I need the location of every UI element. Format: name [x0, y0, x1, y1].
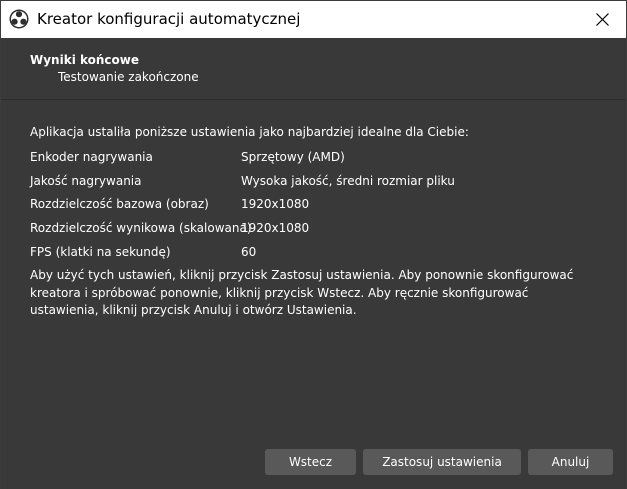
- setting-row-quality: Jakość nagrywania Wysoka jakość, średni …: [30, 174, 590, 192]
- apply-settings-button[interactable]: Zastosuj ustawienia: [363, 449, 521, 475]
- setting-row-encoder: Enkoder nagrywania Sprzętowy (AMD): [30, 150, 590, 168]
- setting-value: Sprzętowy (AMD): [241, 150, 345, 164]
- setting-value: 1920x1080: [241, 221, 310, 235]
- setting-label: FPS (klatki na sekundę): [30, 245, 171, 259]
- setting-label: Enkoder nagrywania: [30, 150, 153, 164]
- setting-value: 1920x1080: [241, 197, 310, 211]
- cancel-button[interactable]: Anuluj: [528, 449, 613, 475]
- back-button[interactable]: Wstecz: [265, 449, 356, 475]
- page-subtitle: Testowanie zakończone: [58, 70, 199, 84]
- setting-row-output-resolution: Rozdzielczość wynikowa (skalowana) 1920x…: [30, 221, 590, 239]
- setting-label: Rozdzielczość bazowa (obraz): [30, 197, 209, 211]
- setting-row-fps: FPS (klatki na sekundę) 60: [30, 245, 590, 263]
- setting-label: Rozdzielczość wynikowa (skalowana): [30, 221, 252, 235]
- setting-value: 60: [241, 245, 257, 259]
- window-title: Kreator konfiguracji automatycznej: [37, 10, 301, 28]
- header-divider: [1, 99, 626, 100]
- instructions-text: Aby użyć tych ustawień, kliknij przycisk…: [30, 268, 574, 317]
- page-title: Wyniki końcowe: [30, 53, 140, 67]
- setting-row-base-resolution: Rozdzielczość bazowa (obraz) 1920x1080: [30, 197, 590, 215]
- obs-icon: [9, 9, 29, 29]
- setting-value: Wysoka jakość, średni rozmiar pliku: [241, 174, 455, 188]
- wizard-page: Wyniki końcowe Testowanie zakończone Apl…: [1, 39, 626, 489]
- intro-text: Aplikacja ustaliła poniższe ustawienia j…: [30, 125, 469, 139]
- wizard-window: Kreator konfiguracji automatycznej Wynik…: [0, 0, 627, 489]
- title-bar[interactable]: Kreator konfiguracji automatycznej: [1, 1, 626, 38]
- setting-label: Jakość nagrywania: [30, 174, 142, 188]
- close-button[interactable]: [580, 1, 626, 38]
- button-bar: Wstecz Zastosuj ustawienia Anuluj: [1, 431, 626, 489]
